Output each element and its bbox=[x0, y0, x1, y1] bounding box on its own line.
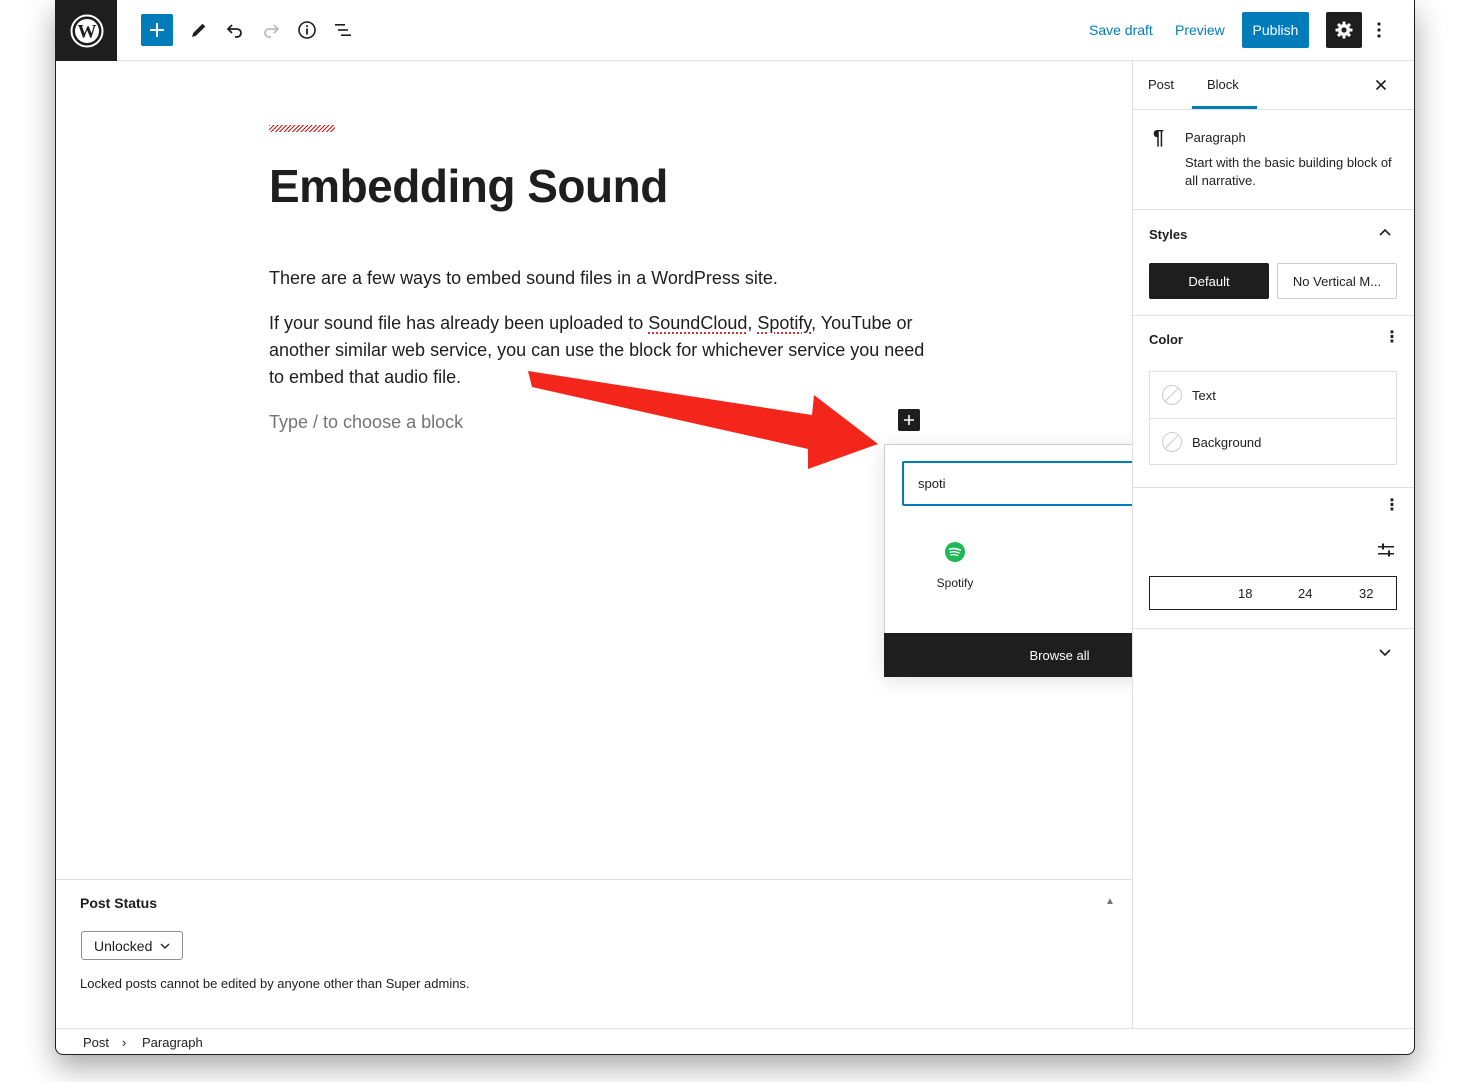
wordpress-logo-icon[interactable]: W bbox=[56, 0, 117, 61]
add-block-button[interactable] bbox=[141, 14, 173, 46]
details-info-icon[interactable] bbox=[291, 14, 323, 46]
color-background-label: Background bbox=[1192, 434, 1262, 450]
empty-swatch-icon bbox=[1162, 385, 1182, 405]
color-panel-title: Color bbox=[1149, 332, 1183, 347]
close-sidebar-icon[interactable] bbox=[1375, 75, 1387, 96]
post-status-metabox: Post Status ▲ Unlocked Locked posts cann… bbox=[56, 879, 1132, 1029]
color-background-item[interactable]: Background bbox=[1150, 419, 1396, 465]
tab-post[interactable]: Post bbox=[1148, 77, 1174, 92]
chevron-down-icon bbox=[160, 943, 170, 949]
paragraph-block-1[interactable]: There are a few ways to embed sound file… bbox=[269, 265, 929, 292]
paragraph-text: , bbox=[747, 313, 758, 333]
post-status-description: Locked posts cannot be edited by anyone … bbox=[80, 976, 470, 991]
spotify-icon bbox=[945, 542, 965, 562]
styles-panel-title[interactable]: Styles bbox=[1149, 227, 1187, 242]
save-draft-button[interactable]: Save draft bbox=[1089, 20, 1153, 40]
font-size-option[interactable]: 32 bbox=[1359, 586, 1373, 601]
svg-text:W: W bbox=[77, 21, 96, 42]
block-description: Start with the basic building block of a… bbox=[1185, 155, 1392, 188]
typography-panel: ⋮ 18 24 32 bbox=[1133, 487, 1414, 629]
redo-icon[interactable] bbox=[255, 14, 287, 46]
post-status-title: Post Status bbox=[80, 895, 158, 911]
editor-window: W Save draft Preview Publish Embedding S… bbox=[55, 0, 1415, 1055]
spotify-block-label: Spotify bbox=[936, 576, 974, 590]
list-view-icon[interactable] bbox=[327, 14, 359, 46]
sidebar-tabs: Post Block bbox=[1133, 61, 1414, 110]
empty-swatch-icon bbox=[1162, 432, 1182, 452]
red-arrow-annotation bbox=[528, 371, 878, 469]
chevron-down-icon[interactable] bbox=[1379, 649, 1391, 657]
font-size-option[interactable]: 18 bbox=[1238, 586, 1252, 601]
custom-size-sliders-icon[interactable] bbox=[1377, 542, 1395, 558]
color-options-icon[interactable]: ⋮ bbox=[1384, 330, 1400, 346]
collapse-toggle-icon[interactable]: ▲ bbox=[1105, 896, 1115, 907]
color-text-item[interactable]: Text bbox=[1150, 372, 1396, 419]
spotify-link[interactable]: Spotify bbox=[757, 313, 811, 333]
block-title: Paragraph bbox=[1185, 130, 1246, 145]
settings-gear-icon[interactable] bbox=[1326, 12, 1362, 48]
top-toolbar: W Save draft Preview Publish bbox=[56, 0, 1414, 61]
paragraph-text: If your sound file has already been uplo… bbox=[269, 313, 649, 333]
edit-pencil-icon[interactable] bbox=[183, 14, 215, 46]
lock-status-value: Unlocked bbox=[94, 937, 153, 954]
tab-block[interactable]: Block bbox=[1207, 77, 1239, 92]
soundcloud-link[interactable]: SoundCloud bbox=[648, 313, 747, 333]
block-search-input[interactable] bbox=[918, 476, 1158, 491]
undo-icon[interactable] bbox=[219, 14, 251, 46]
lock-status-select[interactable]: Unlocked bbox=[81, 931, 183, 960]
color-settings-list: Text Background bbox=[1149, 371, 1397, 465]
font-size-picker[interactable]: 18 24 32 bbox=[1149, 576, 1397, 610]
chevron-up-icon[interactable] bbox=[1379, 228, 1391, 236]
color-panel: Color ⋮ Text Background bbox=[1133, 316, 1414, 486]
font-size-option[interactable]: 24 bbox=[1298, 586, 1312, 601]
preview-button[interactable]: Preview bbox=[1175, 20, 1225, 40]
spotify-block-item[interactable]: Spotify bbox=[925, 541, 985, 590]
style-default-button[interactable]: Default bbox=[1149, 263, 1269, 299]
publish-button[interactable]: Publish bbox=[1242, 12, 1309, 48]
breadcrumb-paragraph[interactable]: Paragraph bbox=[142, 1035, 203, 1050]
breadcrumb: Post › Paragraph bbox=[56, 1028, 1414, 1054]
breadcrumb-post[interactable]: Post bbox=[83, 1035, 109, 1050]
block-card: ¶ Paragraph Start with the basic buildin… bbox=[1133, 109, 1414, 210]
color-text-label: Text bbox=[1192, 387, 1216, 403]
typography-options-icon[interactable]: ⋮ bbox=[1384, 498, 1400, 514]
spellcheck-squiggle bbox=[269, 125, 335, 132]
breadcrumb-separator-icon: › bbox=[122, 1035, 127, 1050]
post-title[interactable]: Embedding Sound bbox=[269, 159, 668, 213]
inline-add-block-button[interactable] bbox=[898, 409, 920, 431]
style-no-vertical-margin-button[interactable]: No Vertical M... bbox=[1277, 263, 1397, 299]
more-options-icon[interactable] bbox=[1363, 14, 1395, 46]
paragraph-pilcrow-icon: ¶ bbox=[1153, 127, 1165, 149]
styles-panel: Styles Default No Vertical M... bbox=[1133, 210, 1414, 316]
settings-sidebar: Post Block ¶ Paragraph Start with the ba… bbox=[1132, 61, 1414, 1028]
